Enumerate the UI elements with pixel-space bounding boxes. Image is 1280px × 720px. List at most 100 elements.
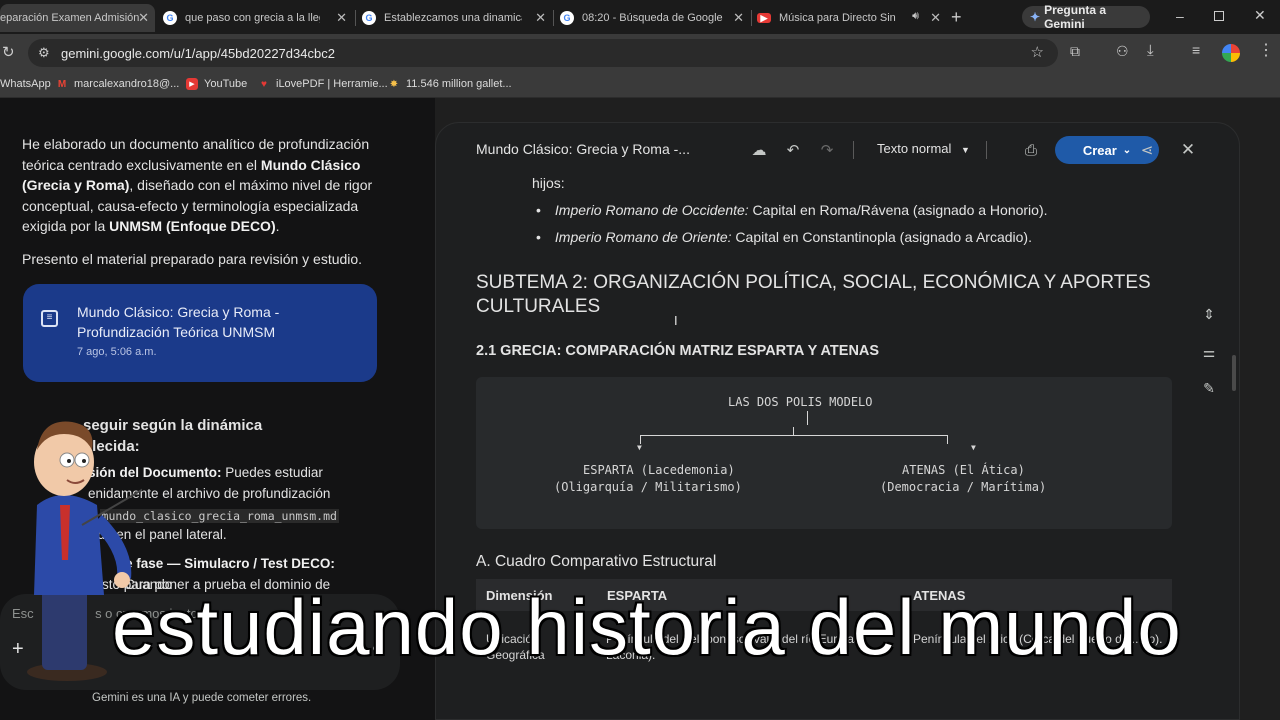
tab-separator	[553, 10, 554, 26]
bookmark-ilovepdf[interactable]: ♥ iLovePDF | Herramie...	[258, 78, 388, 90]
tab-title: Establezcamos una dinamica p	[384, 12, 522, 24]
tab-separator	[355, 10, 356, 26]
tab-title: Música para Directo Sin C	[779, 12, 897, 24]
arrow-down-icon: ▼	[637, 443, 642, 452]
diagram-esparta-sub: (Oligarquía / Militarismo)	[554, 480, 742, 494]
menu-icon[interactable]: ⋮	[1258, 40, 1274, 60]
bookmark-gmail[interactable]: M marcalexandro18@...	[56, 78, 180, 90]
document-icon: ≡	[41, 310, 58, 327]
star-icon: ✸	[389, 78, 399, 90]
close-icon[interactable]: ✕	[138, 10, 149, 26]
bookmark-gallet[interactable]: ✸ 11.546 million gallet...	[388, 78, 512, 90]
bullet-em: Imperio Romano de Oriente:	[554, 229, 732, 245]
document-card-title: Mundo Clásico: Grecia y Roma - Profundiz…	[77, 304, 280, 340]
scrollbar[interactable]	[1232, 355, 1236, 391]
avatar[interactable]	[1222, 44, 1240, 62]
disclaimer-text: Gemini es una IA y puede cometer errores…	[92, 692, 312, 704]
bookmark-label: iLovePDF | Herramie...	[276, 78, 388, 90]
bullet-item: • Imperio Romano de Occidente: Capital en…	[536, 202, 1048, 218]
site-settings-icon[interactable]: ⚙	[38, 45, 50, 61]
arrow-down-icon: ▼	[971, 443, 976, 452]
tab-title: eparación Examen Admisión	[0, 12, 140, 24]
gemini-ask-button[interactable]: ✦ Pregunta a Gemini	[1022, 3, 1150, 31]
browser-toolbar: ↻ ⚙ gemini.google.com/u/1/app/45bd20227d…	[0, 34, 1280, 72]
restore-button[interactable]	[1214, 11, 1224, 21]
tab-strip: eparación Examen Admisión ✕ G que paso c…	[0, 0, 1280, 34]
step-text: enidamente el archivo de profundización	[88, 486, 331, 501]
diagram-esparta: ESPARTA (Lacedemonia)	[583, 463, 735, 477]
incognito-icon[interactable]: ⚇	[1116, 43, 1129, 60]
new-tab-button[interactable]: +	[951, 7, 962, 28]
intro-bold: UNMSM (Enfoque DECO)	[109, 218, 276, 234]
toolbar-divider	[853, 141, 854, 159]
diagram-atenas: ATENAS (El Ática)	[902, 463, 1025, 477]
speaker-icon[interactable]: 🔊︎	[912, 10, 919, 23]
tab-0[interactable]: eparación Examen Admisión ✕	[0, 4, 155, 32]
text-cursor-icon: I	[674, 313, 678, 328]
gmail-icon: M	[57, 78, 67, 90]
youtube-icon: ▶	[757, 13, 771, 23]
address-bar[interactable]: ⚙ gemini.google.com/u/1/app/45bd20227d34…	[28, 39, 1058, 67]
chat-intro: He elaborado un documento analítico de p…	[22, 134, 382, 237]
bullet-text: Capital en Constantinopla (asignado a Ar…	[731, 229, 1032, 245]
bullet-em: Imperio Romano de Occidente:	[554, 202, 749, 218]
close-window-button[interactable]: ✕	[1254, 7, 1266, 24]
chat-presento: Presento el material preparado para revi…	[22, 251, 363, 267]
document-title: Mundo Clásico: Grecia y Roma -...	[476, 141, 690, 157]
sparkle-icon: ✦	[1030, 10, 1041, 24]
section-heading: 2.1 GRECIA: COMPARACIÓN MATRIZ ESPARTA Y…	[476, 343, 880, 359]
extensions-icon[interactable]: ⧉	[1070, 43, 1080, 60]
eye	[59, 452, 75, 468]
document-card[interactable]: ≡ Mundo Clásico: Grecia y Roma - Profund…	[23, 284, 377, 382]
step-bold: e fase — Simulacro / Test DECO:	[125, 556, 335, 571]
print-icon[interactable]: ⎙	[1020, 139, 1042, 161]
download-icon[interactable]: ⤓	[1147, 42, 1154, 59]
step-1: sión del Documento: Puedes estudiar	[88, 463, 448, 484]
bookmark-whatsapp[interactable]: WhatsApp	[0, 78, 51, 90]
undo-icon[interactable]: ↶	[782, 139, 804, 161]
step-text: Puedes estudiar	[221, 465, 323, 480]
close-icon[interactable]: ✕	[733, 10, 744, 26]
redo-icon[interactable]: ↷	[816, 139, 838, 161]
bullet-dot: •	[536, 229, 541, 245]
tab-3[interactable]: G 08:20 - Búsqueda de Google ✕	[560, 4, 750, 32]
close-icon[interactable]: ✕	[930, 10, 941, 26]
toolbar-divider	[986, 141, 987, 159]
youtube-icon: ▶	[186, 78, 198, 90]
tab-title: que paso con grecia a la llega	[185, 12, 320, 24]
bookmark-label: WhatsApp	[0, 78, 51, 90]
url-text: gemini.google.com/u/1/app/45bd20227d34cb…	[61, 46, 335, 61]
text-style-label: Texto normal	[877, 141, 952, 156]
comment-add-icon[interactable]: ✎	[1198, 377, 1220, 399]
minimize-button[interactable]: –	[1176, 8, 1184, 24]
text-style-dropdown[interactable]: Texto normal ▼	[877, 141, 970, 156]
create-label: Crear	[1082, 142, 1117, 158]
close-icon[interactable]: ✕	[1177, 139, 1199, 161]
bookmark-label: YouTube	[204, 78, 248, 90]
diagram-branch	[640, 435, 948, 444]
reload-icon[interactable]: ↻	[2, 43, 15, 61]
bookmarks-bar: WhatsApp M marcalexandro18@... ▶ YouTube…	[0, 72, 1280, 98]
tab-1[interactable]: G que paso con grecia a la llega ✕	[163, 4, 353, 32]
cloud-save-icon[interactable]: ☁	[748, 139, 770, 161]
tab-2[interactable]: G Establezcamos una dinamica p ✕	[362, 4, 552, 32]
chevron-down-icon: ⌄	[1122, 144, 1132, 156]
comparison-heading: A. Cuadro Comparativo Estructural	[476, 553, 717, 570]
star-icon[interactable]: ☆	[1031, 43, 1044, 61]
close-icon[interactable]: ✕	[535, 10, 546, 26]
outline-icon[interactable]: ⇕	[1198, 303, 1220, 325]
bookmark-label: marcalexandro18@...	[74, 78, 180, 90]
media-icon[interactable]: ≡	[1192, 42, 1200, 58]
caret-down-icon: ▼	[961, 145, 970, 155]
tab-4[interactable]: ▶ Música para Directo Sin C 🔊︎ ✕	[757, 4, 947, 32]
close-icon[interactable]: ✕	[336, 10, 347, 26]
share-icon[interactable]: ⋖	[1136, 139, 1158, 161]
pupil	[82, 459, 86, 463]
google-icon: G	[163, 11, 177, 25]
diagram-connector	[807, 411, 808, 425]
paragraph-hijos: hijos:	[532, 175, 565, 191]
ilovepdf-icon: ♥	[261, 78, 267, 90]
bullet-item: • Imperio Romano de Oriente: Capital en C…	[536, 229, 1032, 245]
bookmark-youtube[interactable]: ▶ YouTube	[186, 78, 247, 90]
settings-sliders-icon[interactable]: ⚌	[1198, 341, 1220, 363]
